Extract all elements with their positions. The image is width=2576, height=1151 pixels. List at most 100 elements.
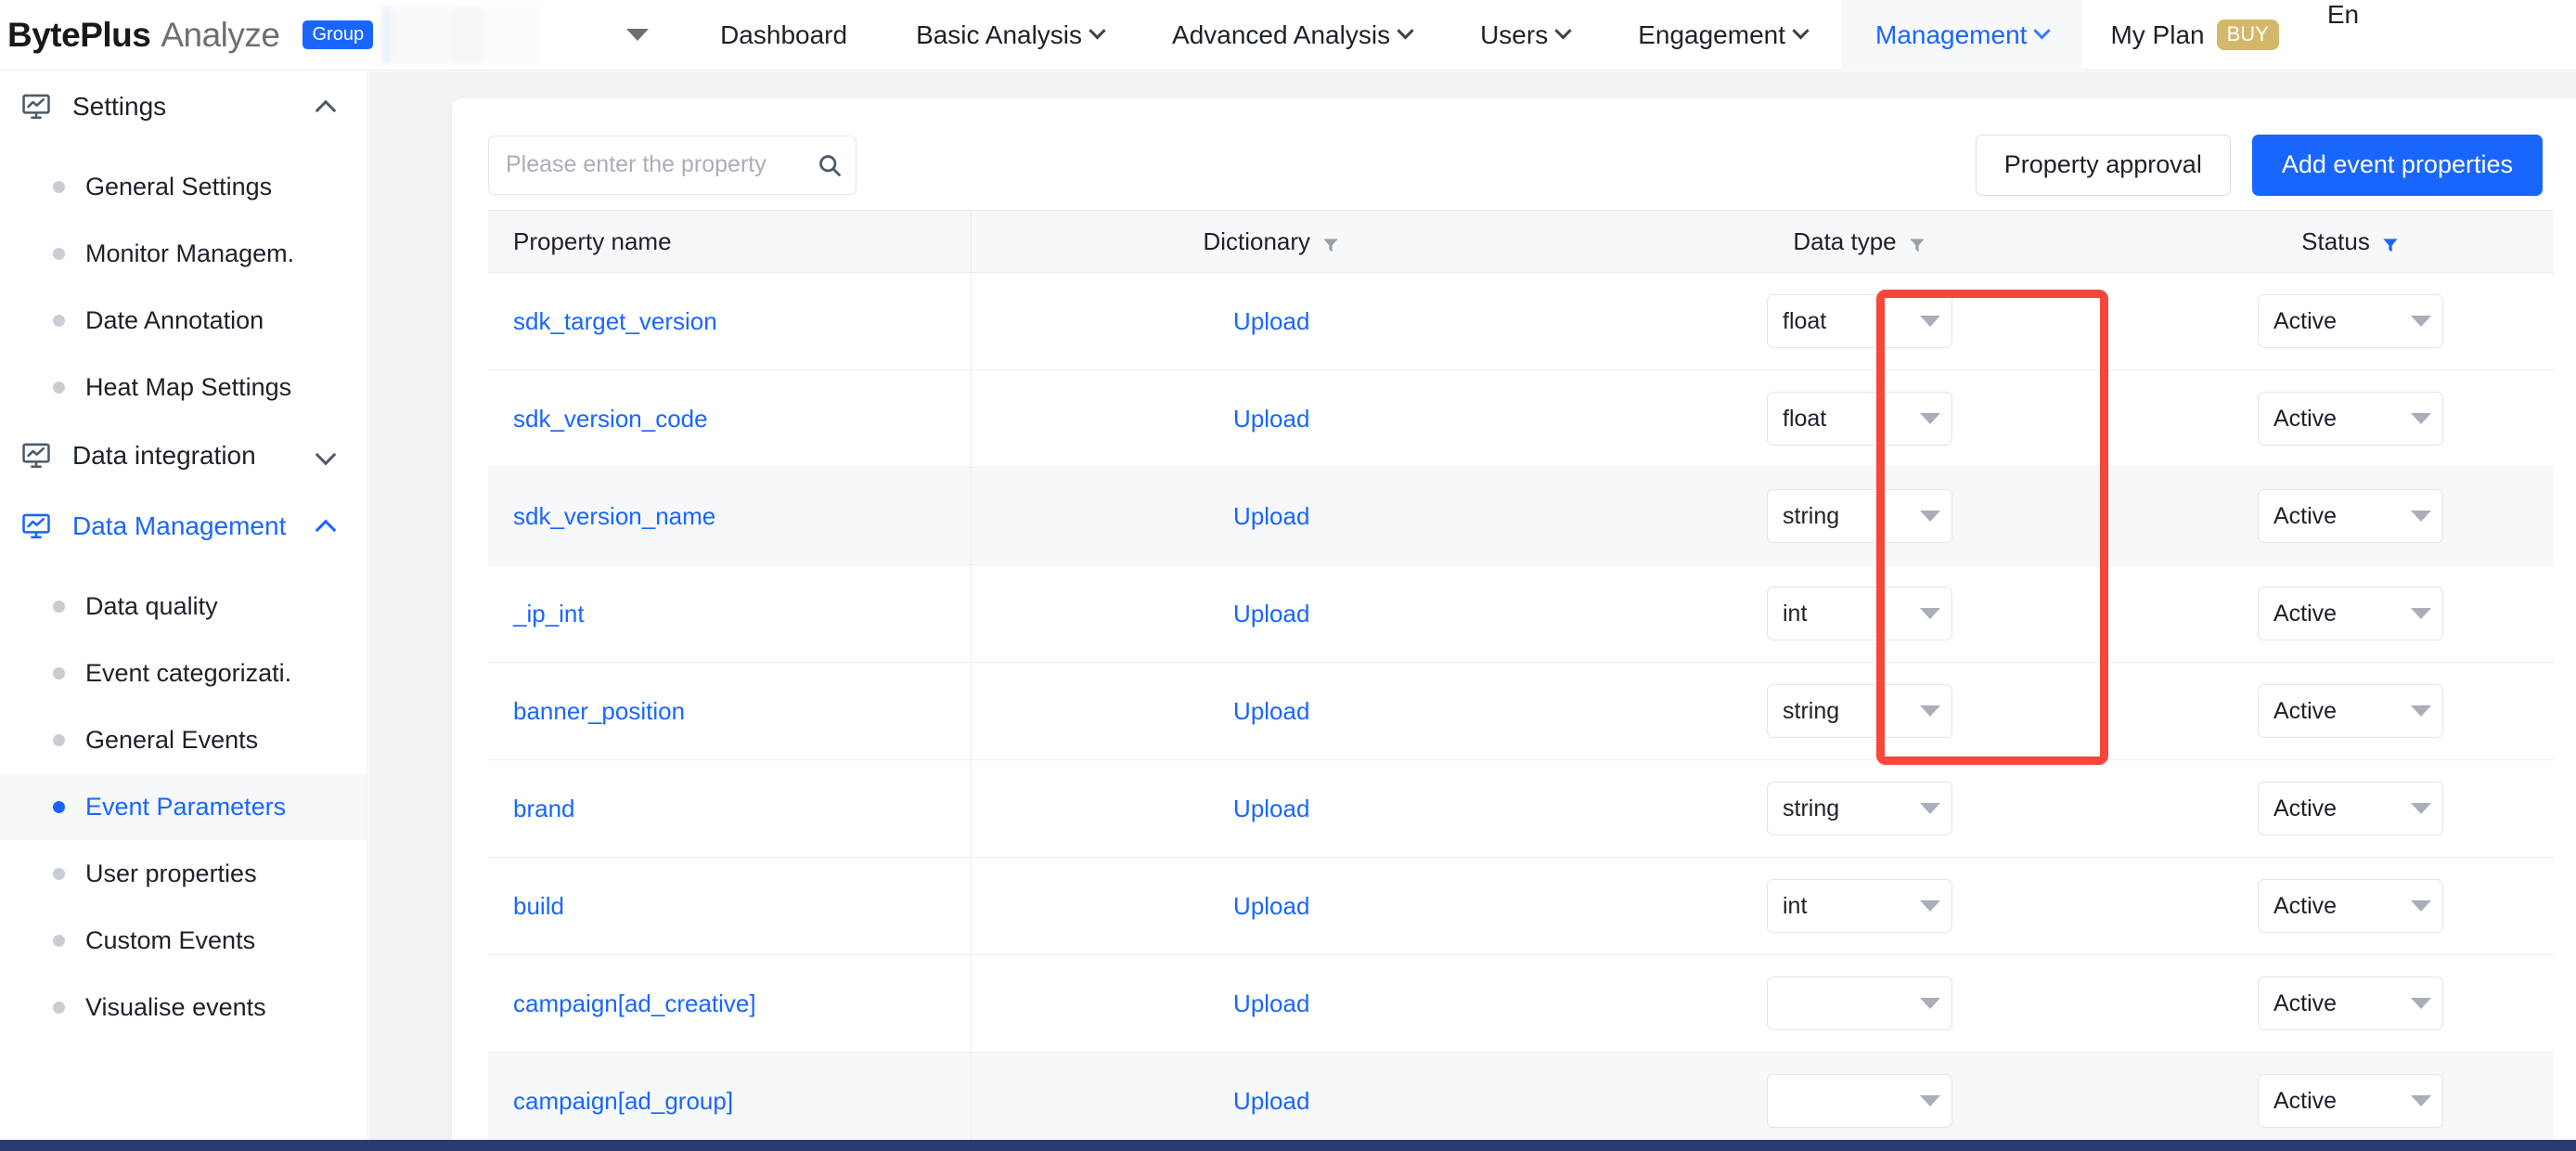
cell-property-name[interactable]: campaign[ad_group]: [488, 1052, 972, 1150]
upload-link[interactable]: Upload: [1233, 697, 1309, 725]
data-type-select[interactable]: [1767, 1074, 1952, 1128]
cell-property-name[interactable]: _ip_int: [488, 564, 972, 663]
sidebar-item-user-properties[interactable]: User properties: [0, 840, 367, 907]
column-header-dictionary[interactable]: Dictionary: [971, 210, 1572, 273]
table-row[interactable]: campaign[ad_creative] Upload Active: [488, 954, 2554, 1053]
nav-item-dashboard[interactable]: Dashboard: [686, 0, 882, 71]
upload-link[interactable]: Upload: [1233, 600, 1309, 627]
upload-link[interactable]: Upload: [1233, 989, 1309, 1017]
filter-icon[interactable]: [1321, 232, 1340, 252]
search-box[interactable]: [488, 135, 857, 195]
column-header-property-name[interactable]: Property name: [488, 210, 972, 273]
data-type-select[interactable]: float: [1767, 294, 1952, 348]
sidebar-item-general-settings[interactable]: General Settings: [0, 153, 367, 220]
cell-property-name[interactable]: sdk_version_name: [488, 467, 972, 565]
data-type-select[interactable]: string: [1767, 684, 1952, 738]
data-type-select[interactable]: string: [1767, 782, 1952, 835]
nav-item-basic-analysis[interactable]: Basic Analysis: [882, 0, 1138, 71]
chevron-down-icon: [2411, 608, 2431, 619]
sidebar-item-date-annotation[interactable]: Date Annotation: [0, 287, 367, 354]
cell-property-name[interactable]: campaign[ad_creative]: [488, 954, 972, 1053]
status-select[interactable]: Active: [2258, 489, 2443, 543]
project-selector-blurred[interactable]: [381, 6, 541, 64]
data-type-select[interactable]: int: [1767, 587, 1952, 640]
data-type-select[interactable]: string: [1767, 489, 1952, 543]
sidebar-item-heat-map-settings[interactable]: Heat Map Settings: [0, 354, 367, 420]
sidebar-item-event-parameters[interactable]: Event Parameters: [0, 773, 367, 840]
cell-dictionary: Upload: [971, 369, 1572, 468]
nav-item-users[interactable]: Users: [1446, 0, 1604, 71]
group-badge[interactable]: Group: [303, 20, 374, 49]
status-select[interactable]: Active: [2258, 392, 2443, 446]
chevron-down-icon: [2411, 803, 2431, 814]
data-type-select[interactable]: int: [1767, 879, 1952, 933]
upload-link[interactable]: Upload: [1233, 795, 1309, 822]
upload-link[interactable]: Upload: [1233, 892, 1309, 920]
main-content-area: Property approval Add event properties P…: [368, 71, 2576, 1151]
sidebar-item-custom-events[interactable]: Custom Events: [0, 907, 367, 974]
table-row[interactable]: sdk_version_name Upload string Active: [488, 467, 2554, 565]
status-select[interactable]: Active: [2258, 1074, 2443, 1128]
cell-property-name[interactable]: sdk_version_code: [488, 369, 972, 468]
cell-status: Active: [2147, 759, 2554, 858]
status-select[interactable]: Active: [2258, 782, 2443, 835]
nav-item-advanced-analysis[interactable]: Advanced Analysis: [1138, 0, 1446, 71]
data-type-select[interactable]: float: [1767, 392, 1952, 446]
sidebar-item-visualise-events[interactable]: Visualise events: [0, 974, 367, 1041]
nav-item-my-plan[interactable]: My Plan BUY: [2082, 0, 2306, 71]
table-row[interactable]: brand Upload string Active: [488, 759, 2554, 858]
project-selector-chevron-down-icon[interactable]: [626, 29, 650, 41]
cell-property-name[interactable]: sdk_target_version: [488, 272, 972, 370]
column-header-data-type[interactable]: Data type: [1572, 210, 2147, 273]
table-row[interactable]: build Upload int Active: [488, 857, 2554, 955]
cell-property-name[interactable]: banner_position: [488, 662, 972, 760]
data-type-value: float: [1783, 307, 1827, 334]
sidebar-item-event-categorization[interactable]: Event categorizati.: [0, 640, 367, 706]
status-select[interactable]: Active: [2258, 976, 2443, 1030]
table-row[interactable]: sdk_version_code Upload float Active: [488, 369, 2554, 468]
property-approval-button[interactable]: Property approval: [1975, 134, 2231, 196]
brand-name-bold: BytePlus: [7, 15, 151, 54]
sidebar-group-label: Data Management: [72, 511, 287, 540]
upload-link[interactable]: Upload: [1233, 405, 1309, 433]
sidebar-item-data-quality[interactable]: Data quality: [0, 573, 367, 640]
buy-badge[interactable]: BUY: [2216, 19, 2279, 50]
nav-item-engagement[interactable]: Engagement: [1604, 0, 1841, 71]
status-value: Active: [2273, 1087, 2338, 1114]
upload-link[interactable]: Upload: [1233, 502, 1309, 530]
column-header-status[interactable]: Status: [2147, 210, 2554, 273]
status-select[interactable]: Active: [2258, 879, 2443, 933]
cell-property-name[interactable]: brand: [488, 759, 972, 858]
sidebar-item-monitor-management[interactable]: Monitor Managem.: [0, 220, 367, 287]
upload-link[interactable]: Upload: [1233, 1087, 1309, 1115]
nav-item-management[interactable]: Management: [1841, 0, 2083, 71]
filter-icon[interactable]: [1908, 232, 1926, 252]
table-row[interactable]: campaign[ad_group] Upload Active: [488, 1052, 2554, 1150]
table-row[interactable]: sdk_target_version Upload float Active: [488, 272, 2554, 370]
sidebar-item-label: Data quality: [85, 591, 218, 620]
upload-link[interactable]: Upload: [1233, 307, 1309, 335]
brand-logo[interactable]: BytePlus Analyze: [7, 15, 280, 55]
add-event-properties-button[interactable]: Add event properties: [2251, 134, 2543, 196]
cell-property-name[interactable]: build: [488, 857, 972, 955]
bullet-icon: [53, 800, 65, 813]
status-select[interactable]: Active: [2258, 294, 2443, 348]
filter-icon-active[interactable]: [2381, 232, 2400, 252]
sidebar-group-data-integration[interactable]: Data integration: [0, 420, 367, 491]
sidebar-group-settings[interactable]: Settings: [0, 71, 367, 142]
cell-status: Active: [2147, 857, 2554, 955]
nav-item-language[interactable]: En: [2307, 0, 2359, 71]
search-input[interactable]: [489, 136, 856, 194]
status-select[interactable]: Active: [2258, 587, 2443, 640]
sidebar-group-data-management[interactable]: Data Management: [0, 491, 367, 562]
chevron-down-icon: [1920, 705, 1940, 717]
table-row[interactable]: _ip_int Upload int Active: [488, 564, 2554, 663]
sidebar-group-label: Data integration: [72, 441, 256, 470]
table-row[interactable]: banner_position Upload string Active: [488, 662, 2554, 760]
chevron-up-icon: [315, 519, 337, 540]
status-select[interactable]: Active: [2258, 684, 2443, 738]
sidebar-item-general-events[interactable]: General Events: [0, 706, 367, 773]
search-icon[interactable]: [817, 152, 843, 178]
bullet-icon: [53, 247, 65, 260]
data-type-select[interactable]: [1767, 976, 1952, 1030]
